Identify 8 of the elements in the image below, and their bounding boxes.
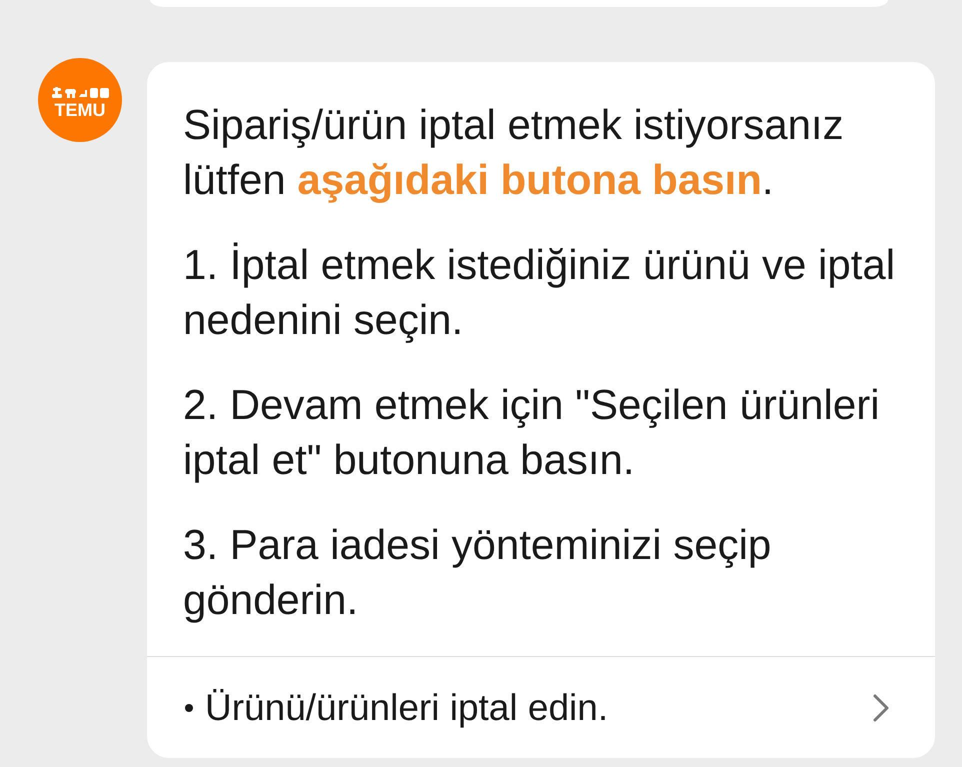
brand-logo: TEMU	[38, 58, 122, 142]
bullet-icon	[185, 704, 193, 712]
instruction-step: 1. İptal etmek istediğiniz ürünü ve iptal nedenini seçin.	[183, 237, 911, 347]
instruction-step: 3. Para iadesi yönteminizi seçip gönderin.	[183, 517, 911, 627]
instruction-step: 2. Devam etmek için "Seçilen ürünleri iptal et" butonuna basın.	[183, 377, 911, 487]
cancel-items-link[interactable]: Ürünü/ürünleri iptal edin.	[147, 657, 935, 758]
intro-text: Sipariş/ürün iptal etmek istiyorsanız lütfen aşağıdaki butona basın.	[183, 100, 845, 205]
chevron-right-icon	[873, 694, 889, 722]
